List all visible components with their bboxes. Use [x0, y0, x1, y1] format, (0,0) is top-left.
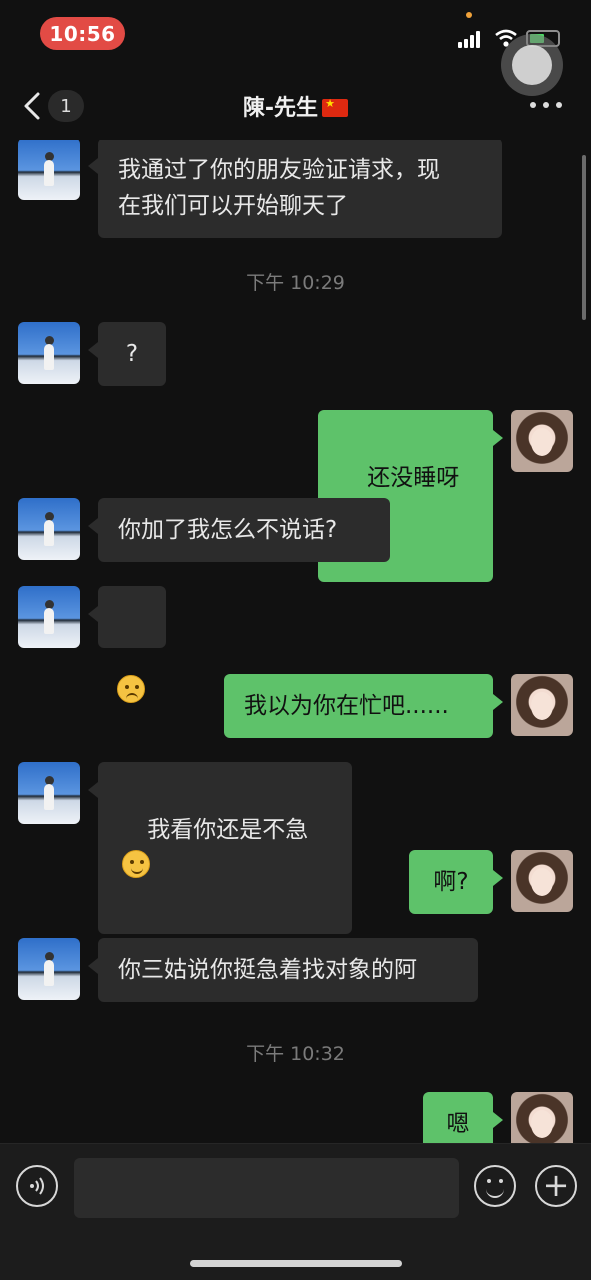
voice-waves-icon [30, 1177, 44, 1195]
message-text: 我看你还是不急 [147, 817, 309, 843]
contact-avatar[interactable] [18, 322, 80, 384]
china-flag-icon [322, 97, 349, 117]
self-avatar[interactable] [511, 410, 573, 472]
message-bubble-outgoing[interactable]: 嗯 [423, 1092, 503, 1143]
status-bar: 10:56 [0, 0, 591, 96]
voice-icon[interactable] [16, 1165, 58, 1207]
message-bubble-outgoing[interactable]: 啊? [409, 850, 503, 914]
status-time: 10:56 [40, 17, 125, 50]
message-bubble-incoming[interactable]: 你三姑说你挺急着找对象的阿 [88, 938, 478, 1002]
message-bubble-incoming[interactable]: 我通过了你的朋友验证请求，现 在我们可以开始聊天了 [88, 140, 502, 238]
message-text: 还没睡呀 [367, 465, 460, 491]
message-input[interactable] [74, 1158, 459, 1218]
chat-title: 陳-先生 [0, 90, 591, 122]
more-dots-icon[interactable] [530, 98, 562, 112]
contact-avatar[interactable] [18, 762, 80, 824]
message-timestamp: 下午 10:29 [246, 272, 345, 294]
scrollbar[interactable] [582, 155, 586, 320]
message-bubble-outgoing[interactable]: 我以为你在忙吧...... [224, 674, 503, 738]
message-list[interactable]: 我通过了你的朋友验证请求，现 在我们可以开始聊天了 下午 10:29 ? 还没睡… [0, 140, 591, 1143]
cellular-signal-icon [458, 30, 486, 48]
smile-emoji-icon [122, 850, 150, 878]
contact-avatar[interactable] [18, 586, 80, 648]
emoji-icon[interactable] [474, 1165, 516, 1207]
contact-name: 陳-先生 [242, 96, 319, 121]
self-avatar[interactable] [511, 674, 573, 736]
message-bubble-incoming[interactable]: 我看你还是不急 [88, 762, 352, 934]
home-indicator[interactable] [190, 1260, 402, 1267]
input-bar: + [0, 1143, 591, 1280]
plus-icon[interactable]: + [535, 1165, 577, 1207]
privacy-indicator-dot [466, 12, 472, 18]
message-bubble-incoming[interactable]: ? [88, 322, 166, 386]
chat-header: 1 陳-先生 [0, 70, 591, 140]
message-bubble-incoming[interactable] [88, 586, 166, 703]
contact-avatar[interactable] [18, 140, 80, 200]
message-bubble-incoming[interactable]: 你加了我怎么不说话? [88, 498, 390, 562]
contact-avatar[interactable] [18, 938, 80, 1000]
contact-avatar[interactable] [18, 498, 80, 560]
worried-emoji-icon [117, 675, 145, 703]
self-avatar[interactable] [511, 1092, 573, 1143]
message-timestamp: 下午 10:32 [246, 1043, 345, 1065]
self-avatar[interactable] [511, 850, 573, 912]
